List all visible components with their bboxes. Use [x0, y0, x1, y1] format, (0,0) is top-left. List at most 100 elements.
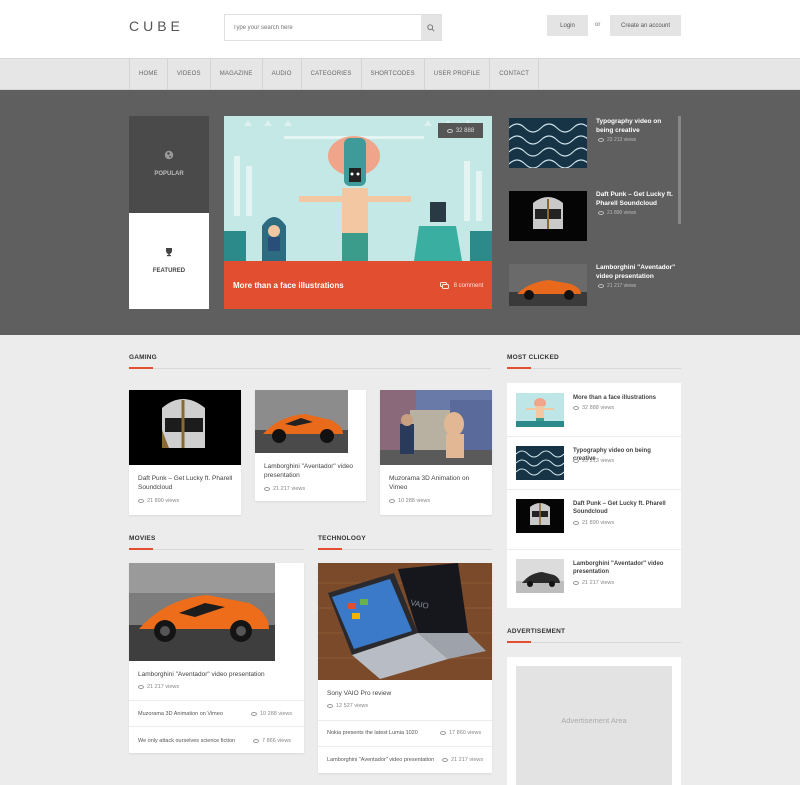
hero-comments[interactable]: 8 comment [440, 282, 483, 289]
row-divider [129, 700, 304, 701]
nav-item-shortcodes[interactable]: SHORTCODES [360, 58, 424, 90]
mc-title-1[interactable]: More than a face illustrations [573, 394, 673, 402]
trophy-icon [129, 247, 209, 260]
section-divider [507, 368, 681, 369]
mc-thumb-4[interactable] [516, 559, 564, 593]
card-views: 21 890 views [138, 498, 179, 504]
mc-title-4[interactable]: Lamborghini "Aventador" video presentati… [573, 560, 673, 576]
hero-comments-count: 8 comment [453, 283, 484, 290]
side-list-scrollbar[interactable] [678, 116, 681, 224]
search-box [224, 14, 442, 41]
section-heading-most-clicked: MOST CLICKED [507, 354, 559, 361]
hero-views-badge: 32 888 [438, 123, 483, 138]
eye-icon [138, 498, 144, 503]
technology-main-title[interactable]: Sony VAIO Pro review [327, 689, 477, 698]
technology-list-views: 21 217 views [442, 757, 483, 763]
movies-main-views: 21 217 views [138, 684, 179, 690]
mc-thumb-2[interactable] [515, 446, 565, 480]
section-divider [507, 642, 681, 643]
search-input[interactable] [225, 15, 421, 40]
eye-icon [264, 486, 270, 491]
tab-featured[interactable]: FEATURED [129, 213, 209, 309]
movies-main-image[interactable] [129, 563, 275, 661]
section-heading-technology: TECHNOLOGY [318, 535, 366, 542]
advertisement-text: Advertisement Area [561, 716, 627, 725]
gaming-card-2[interactable]: Lamborghini "Aventador" video presentati… [255, 390, 366, 501]
nav-item-user-profile[interactable]: USER PROFILE [423, 58, 489, 90]
movies-card: Lamborghini "Aventador" video presentati… [129, 563, 304, 753]
comment-icon [440, 282, 449, 289]
eye-icon [138, 684, 144, 689]
nav-item-home[interactable]: HOME [129, 58, 167, 90]
side-thumb-lamborghini[interactable] [509, 264, 587, 314]
movies-main-title[interactable]: Lamborghini "Aventador" video presentati… [138, 670, 288, 679]
globe-icon [129, 150, 209, 163]
mc-views-2: 23 213 views [573, 458, 614, 464]
section-accent [318, 548, 342, 550]
section-divider [318, 549, 492, 550]
or-label: or [595, 22, 601, 28]
main-nav: HOME VIDEOS MAGAZINE AUDIO CATEGORIES SH… [129, 58, 540, 90]
movies-list-views: 7 866 views [253, 738, 291, 744]
mc-thumb-3[interactable] [516, 499, 564, 533]
hero-views-count: 32 888 [455, 127, 475, 134]
movies-list-item[interactable]: We only attack ourselves science fiction [138, 738, 235, 744]
mc-views-4: 21 217 views [573, 580, 614, 586]
side-title-2[interactable]: Daft Punk – Get Lucky ft. Pharell Soundc… [596, 190, 678, 208]
search-button[interactable] [421, 15, 441, 40]
technology-list-item[interactable]: Lamborghini "Aventador" video presentati… [327, 757, 434, 763]
section-accent [507, 641, 531, 643]
login-button[interactable]: Login [547, 15, 588, 36]
section-heading-gaming: GAMING [129, 354, 157, 361]
side-title-3[interactable]: Lamborghini "Aventador" video presentati… [596, 263, 678, 281]
nav-item-contact[interactable]: CONTACT [489, 58, 540, 90]
section-heading-movies: MOVIES [129, 535, 156, 542]
create-account-button[interactable]: Create an account [610, 15, 681, 36]
movies-list-item[interactable]: Muzorama 3D Animation on Vimeo [138, 711, 223, 717]
movies-list-views: 10 288 views [251, 711, 292, 717]
tab-featured-label: FEATURED [152, 268, 186, 274]
hero-title[interactable]: More than a face illustrations [233, 281, 344, 290]
technology-main-image[interactable]: VAIO [318, 563, 492, 680]
card-title[interactable]: Lamborghini "Aventador" video presentati… [264, 462, 360, 480]
card-title[interactable]: Muzorama 3D Animation on Vimeo [389, 474, 485, 492]
side-thumb-typography[interactable] [508, 118, 590, 169]
side-title-1[interactable]: Typography video on being creative [596, 117, 678, 135]
mc-views-1: 32 888 views [573, 405, 614, 411]
most-clicked-list: More than a face illustrations 32 888 vi… [507, 383, 681, 608]
section-heading-advertisement: ADVERTISEMENT [507, 628, 566, 635]
side-views-3: 21 217 views [598, 283, 636, 289]
row-divider [507, 489, 681, 490]
technology-list-views: 17 860 views [440, 730, 481, 736]
section-divider [129, 368, 491, 369]
technology-list-item[interactable]: Nokia presents the latest Lumia 1020 [327, 730, 418, 736]
eye-icon [446, 128, 453, 133]
search-icon [427, 23, 435, 32]
eye-icon [389, 498, 395, 503]
nav-item-magazine[interactable]: MAGAZINE [209, 58, 262, 90]
card-title[interactable]: Daft Punk – Get Lucky ft. Pharell Soundc… [138, 474, 234, 492]
mc-thumb-1[interactable] [516, 393, 564, 427]
tab-popular-label: POPULAR [154, 171, 184, 177]
mc-views-3: 21 890 views [573, 520, 614, 526]
nav-item-audio[interactable]: AUDIO [261, 58, 301, 90]
row-divider [507, 549, 681, 550]
mc-title-3[interactable]: Daft Punk – Get Lucky ft. Pharell Soundc… [573, 500, 673, 516]
row-divider [129, 726, 304, 727]
nav-item-categories[interactable]: CATEGORIES [300, 58, 361, 90]
gaming-card-1[interactable]: Daft Punk – Get Lucky ft. Pharell Soundc… [129, 390, 241, 515]
section-accent [129, 367, 153, 369]
section-accent [507, 367, 531, 369]
card-views: 21 217 views [264, 486, 305, 492]
card-views: 10 288 views [389, 498, 430, 504]
side-views-1: 23 213 views [598, 137, 636, 143]
tab-popular[interactable]: POPULAR [129, 116, 209, 213]
site-logo[interactable]: CUBE [129, 18, 184, 34]
side-views-2: 21 890 views [598, 210, 636, 216]
technology-card: VAIO Sony VAIO Pro review 12 527 views N… [318, 563, 492, 773]
nav-item-videos[interactable]: VIDEOS [166, 58, 210, 90]
side-thumb-daft-punk[interactable] [509, 191, 587, 241]
technology-main-views: 12 527 views [327, 703, 368, 709]
section-accent [129, 548, 153, 550]
gaming-card-3[interactable]: Muzorama 3D Animation on Vimeo 10 288 vi… [380, 390, 492, 515]
